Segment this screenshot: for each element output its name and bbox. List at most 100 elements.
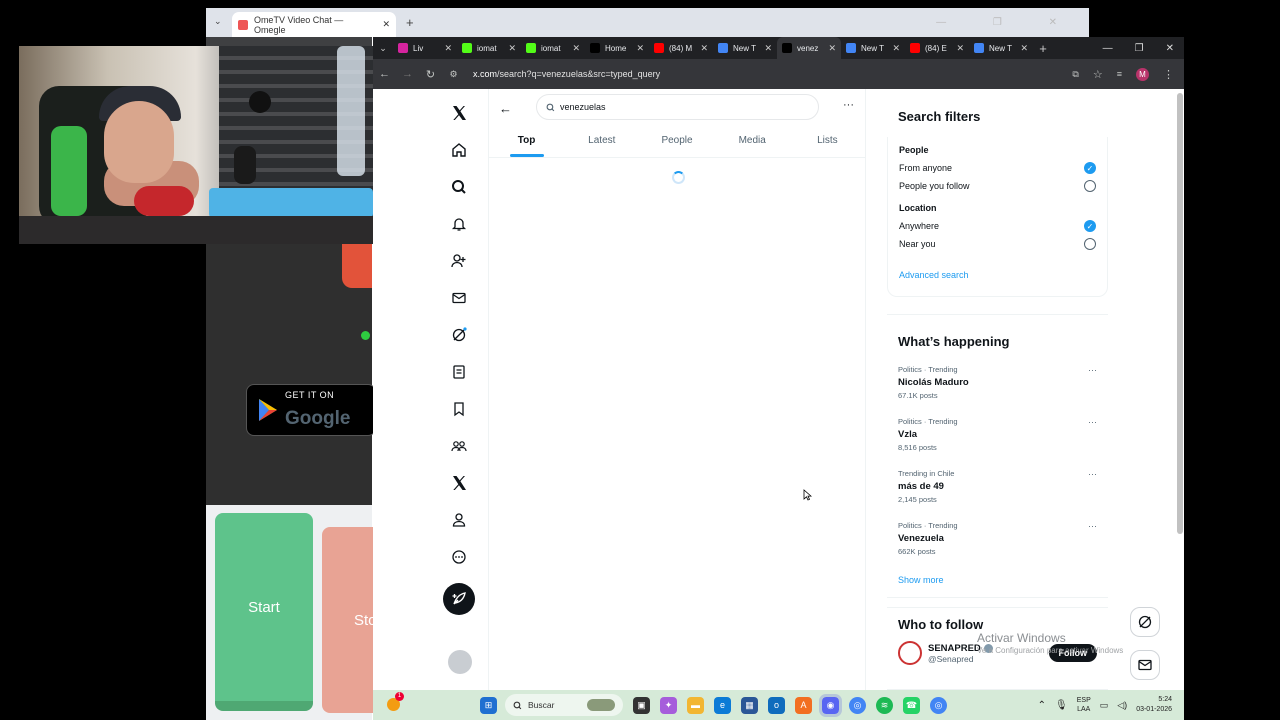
spotify-icon[interactable]: ≋: [876, 696, 893, 714]
bookmark-star-icon[interactable]: ☆: [1093, 68, 1103, 81]
task-view-icon[interactable]: ▣: [633, 696, 650, 714]
close-tab-icon[interactable]: ✕: [1020, 43, 1028, 54]
tab-lists[interactable]: Lists: [790, 127, 865, 157]
browser-tab[interactable]: venez ✕: [777, 37, 841, 59]
language-indicator[interactable]: ESP LAA: [1077, 696, 1091, 714]
close-tab-icon[interactable]: ✕: [636, 43, 644, 54]
tab-latest[interactable]: Latest: [564, 127, 639, 157]
premium-x-icon[interactable]: [443, 467, 475, 499]
close-window-icon[interactable]: ✕: [1166, 43, 1174, 54]
tray-overflow-icon[interactable]: ⌃: [1038, 700, 1046, 711]
browser-tab[interactable]: (84) E ✕: [905, 37, 969, 59]
filter-from-anyone[interactable]: From anyone ✓: [888, 159, 1107, 177]
radio-icon[interactable]: [1084, 238, 1096, 250]
trend-item[interactable]: Politics · Trending Vzla 8,516 posts ···: [887, 417, 1108, 469]
chrome-icon[interactable]: ◎: [849, 696, 866, 714]
chrome-profile-icon[interactable]: ◎: [930, 696, 947, 714]
app-a-icon[interactable]: A: [795, 696, 812, 714]
browser-tab[interactable]: Home ✕: [585, 37, 649, 59]
new-tab-icon[interactable]: +: [1033, 41, 1053, 56]
tab-search-icon[interactable]: ⌄: [373, 43, 393, 54]
close-tab-icon[interactable]: ✕: [956, 43, 964, 54]
forward-icon[interactable]: →: [396, 68, 419, 80]
radio-icon[interactable]: [1084, 180, 1096, 192]
close-tab-icon[interactable]: ✕: [508, 43, 516, 54]
bookmarks-icon[interactable]: [443, 393, 475, 425]
browser-tab[interactable]: iomat ✕: [521, 37, 585, 59]
browser-tab[interactable]: Liv ✕: [393, 37, 457, 59]
trend-item[interactable]: Politics · Trending Venezuela 662K posts ··…: [887, 521, 1108, 573]
store-icon[interactable]: ▦: [741, 696, 758, 714]
close-tab-icon[interactable]: ✕: [764, 43, 772, 54]
more-options-icon[interactable]: [443, 541, 475, 573]
profile-avatar[interactable]: M: [1136, 67, 1149, 81]
messages-mail-icon[interactable]: [443, 282, 475, 314]
site-info-icon[interactable]: ⚙: [442, 69, 465, 80]
restore-icon[interactable]: ❐: [1135, 43, 1144, 54]
file-explorer-icon[interactable]: ▬: [687, 696, 704, 714]
tab-ometv[interactable]: OmeTV Video Chat — Omegle ✕: [232, 12, 396, 37]
search-input[interactable]: venezuelas: [536, 94, 819, 120]
close-icon[interactable]: ✕: [382, 19, 390, 30]
new-tab-icon[interactable]: +: [406, 15, 414, 30]
profile-icon[interactable]: [443, 504, 475, 536]
trend-item[interactable]: Politics · Trending Nicolás Maduro 67.1K p…: [887, 365, 1108, 417]
taskbar-search[interactable]: Buscar: [505, 694, 623, 716]
more-icon[interactable]: ···: [1088, 365, 1097, 375]
menu-icon[interactable]: ⋮: [1163, 68, 1174, 81]
back-icon[interactable]: ←: [373, 68, 396, 80]
copilot-icon[interactable]: ✦: [660, 696, 677, 714]
show-more-link[interactable]: Show more: [887, 575, 1108, 585]
url-field[interactable]: x.com/search?q=venezuelas&src=typed_quer…: [473, 69, 660, 79]
explore-search-icon[interactable]: [443, 171, 475, 203]
minimize-icon[interactable]: —: [1103, 43, 1113, 54]
close-tab-icon[interactable]: ✕: [444, 43, 452, 54]
more-icon[interactable]: ···: [1088, 521, 1097, 531]
tab-media[interactable]: Media: [715, 127, 790, 157]
filter-people-you-follow[interactable]: People you follow: [888, 177, 1107, 195]
checked-icon[interactable]: ✓: [1084, 162, 1096, 174]
account-avatar[interactable]: [448, 650, 472, 674]
weather-widget-icon[interactable]: 1: [387, 691, 404, 713]
close-tab-icon[interactable]: ✕: [828, 43, 836, 54]
reload-icon[interactable]: ↻: [419, 68, 442, 81]
x-logo-icon[interactable]: [443, 97, 475, 129]
microphone-icon[interactable]: 🎙: [1055, 700, 1068, 711]
back-arrow-icon[interactable]: ←: [499, 101, 512, 116]
lists-icon[interactable]: [443, 356, 475, 388]
tab-dropdown-icon[interactable]: ⌄: [214, 16, 222, 27]
volume-icon[interactable]: ◁): [1117, 700, 1127, 711]
communities-icon[interactable]: [443, 430, 475, 462]
advanced-search-link[interactable]: Advanced search: [888, 270, 1107, 280]
browser-tab[interactable]: New T ✕: [713, 37, 777, 59]
more-icon[interactable]: ···: [1088, 417, 1097, 427]
home-icon[interactable]: [443, 134, 475, 166]
checked-icon[interactable]: ✓: [1084, 220, 1096, 232]
edge-icon[interactable]: e: [714, 696, 731, 714]
install-app-icon[interactable]: ⧉: [1072, 69, 1078, 80]
senapred-avatar[interactable]: [898, 641, 922, 665]
notifications-bell-icon[interactable]: [443, 208, 475, 240]
media-controls-icon[interactable]: ≡: [1117, 69, 1122, 79]
clock[interactable]: 5:24 03-01-2026: [1136, 695, 1172, 715]
discord-icon[interactable]: ◉: [819, 693, 842, 717]
google-play-badge[interactable]: GET IT ON Google: [246, 384, 376, 436]
follow-user-icon[interactable]: [443, 245, 475, 277]
filter-near-you[interactable]: Near you: [888, 235, 1107, 253]
close-tab-icon[interactable]: ✕: [892, 43, 900, 54]
filter-anywhere[interactable]: Anywhere ✓: [888, 217, 1107, 235]
tab-people[interactable]: People: [639, 127, 714, 157]
whatsapp-icon[interactable]: ☎: [903, 696, 920, 714]
grok-icon[interactable]: [443, 319, 475, 351]
start-button[interactable]: Start: [215, 513, 313, 711]
tab-top[interactable]: Top: [489, 127, 564, 157]
network-icon[interactable]: ▭: [1100, 700, 1109, 711]
more-icon[interactable]: ···: [1088, 469, 1097, 479]
messages-floating-button[interactable]: [1130, 650, 1160, 680]
scrollbar[interactable]: [1177, 93, 1183, 534]
browser-tab[interactable]: New T ✕: [969, 37, 1033, 59]
trend-item[interactable]: Trending in Chile más de 49 2,145 posts ···: [887, 469, 1108, 521]
post-button[interactable]: [443, 583, 475, 615]
close-tab-icon[interactable]: ✕: [700, 43, 708, 54]
close-tab-icon[interactable]: ✕: [572, 43, 580, 54]
